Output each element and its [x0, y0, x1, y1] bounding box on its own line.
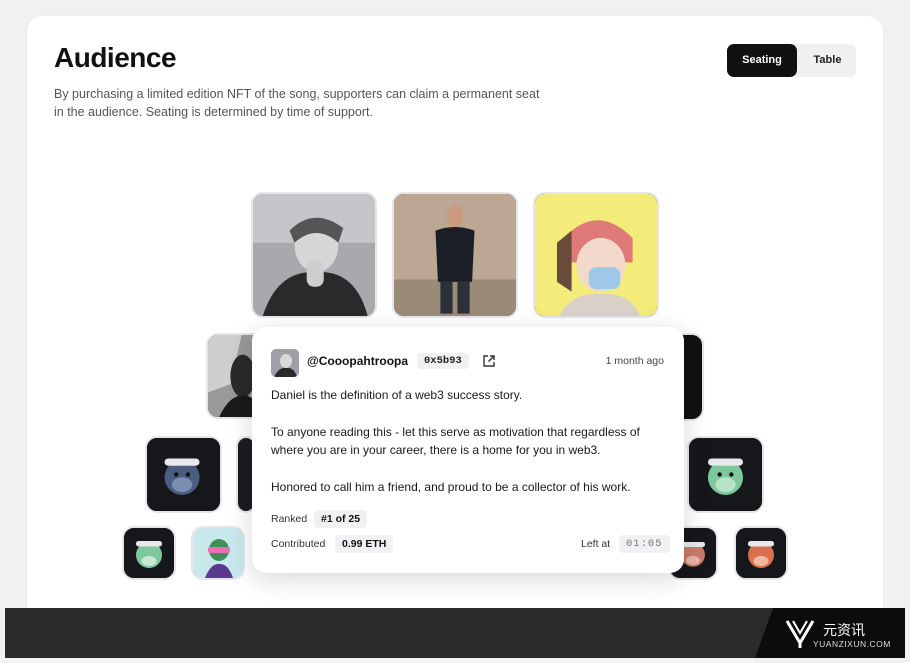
seat-nft-punk-mask[interactable]: [533, 192, 659, 318]
seat-ape-blue[interactable]: [145, 436, 222, 513]
watermark-banner: 元资讯 YUANZIXUN.COM: [5, 608, 905, 658]
supporter-username[interactable]: @Cooopahtroopa: [307, 354, 408, 368]
watermark-mark-icon: [785, 620, 815, 648]
table-tab[interactable]: Table: [799, 44, 856, 77]
rank-badge: #1 of 25: [314, 510, 368, 528]
watermark-en: YUANZIXUN.COM: [813, 639, 891, 649]
time-ago: 1 month ago: [605, 355, 664, 367]
supporter-message: Daniel is the definition of a web3 succe…: [271, 386, 671, 514]
seat-ape-green-small[interactable]: [122, 526, 176, 580]
message-paragraph: To anyone reading this - let this serve …: [271, 424, 640, 458]
watermark-logo: 元资讯 YUANZIXUN.COM: [755, 608, 905, 658]
watermark-cn: 元资讯: [823, 623, 865, 639]
left-at-label: Left at: [581, 538, 611, 550]
seat-nft-vr-girl[interactable]: [191, 526, 245, 580]
seat-photo-man-bw[interactable]: [251, 192, 377, 318]
seating-tab[interactable]: Seating: [727, 44, 797, 77]
seat-photo-man-standing[interactable]: [392, 192, 518, 318]
ranked-label: Ranked: [271, 513, 308, 525]
seat-ape-green[interactable]: [687, 436, 764, 513]
supporter-avatar[interactable]: [271, 349, 299, 377]
supporter-popup: @Cooopahtroopa 0x5b93 1 month ago Daniel…: [252, 327, 684, 573]
contributed-amount: 0.99 ETH: [335, 535, 394, 553]
view-toggle: Seating Table: [727, 44, 856, 77]
left-at-timestamp[interactable]: 01:05: [619, 535, 670, 553]
message-paragraph: Honored to call him a friend, and proud …: [271, 479, 631, 494]
page-title: Audience: [54, 42, 177, 73]
external-link-icon[interactable]: [482, 354, 496, 368]
message-paragraph: Daniel is the definition of a web3 succe…: [271, 388, 523, 402]
seat-ape-orange[interactable]: [734, 526, 788, 580]
page-description: By purchasing a limited edition NFT of t…: [54, 87, 540, 119]
wallet-address-badge[interactable]: 0x5b93: [417, 353, 469, 369]
contributed-label: Contributed: [271, 538, 326, 550]
